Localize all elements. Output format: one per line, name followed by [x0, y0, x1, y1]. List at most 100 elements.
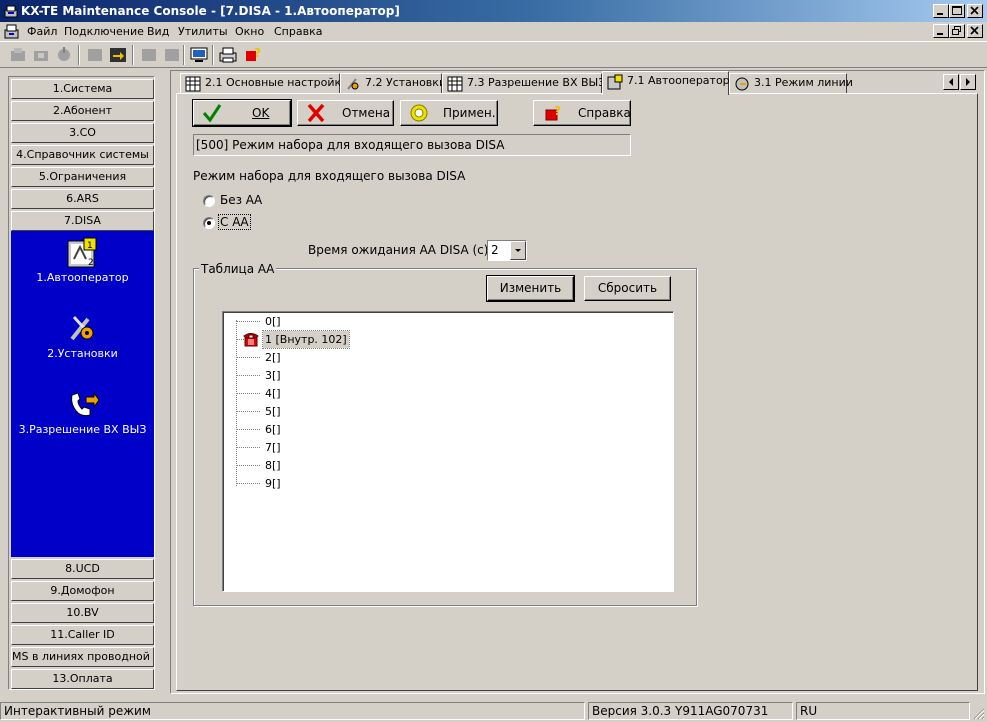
connect-icon[interactable]	[8, 45, 28, 65]
panel-item-label: 1.Автооператор	[36, 271, 129, 284]
nav-item-bv[interactable]: 10.BV	[11, 603, 154, 623]
tree-connector	[236, 375, 260, 376]
tab-scroll-right-button[interactable]	[960, 74, 976, 90]
wait-time-value: 2	[491, 243, 499, 257]
cancel-button[interactable]: Отмена	[297, 100, 394, 126]
aa-tree-row[interactable]: 1 [Внутр. 102]	[262, 330, 350, 349]
auto-attendant-icon	[607, 74, 623, 90]
aa-tree-row[interactable]: 8[]	[263, 457, 283, 474]
panel-item-settings[interactable]: 2.Установки	[11, 311, 154, 360]
resize-grip-icon[interactable]	[971, 706, 985, 720]
nav-item-disa[interactable]: 7.DISA	[11, 211, 154, 231]
reset-button[interactable]: Сбросить	[584, 276, 671, 301]
tree-connector	[236, 357, 260, 358]
wait-time-select[interactable]: 2	[487, 240, 527, 261]
tree-connector	[236, 393, 260, 394]
disconnect-icon[interactable]	[31, 45, 51, 65]
minimize-button[interactable]	[933, 4, 949, 18]
window-title: KX-TE Maintenance Console - [7.DISA - 1.…	[21, 4, 400, 18]
menu-window[interactable]: Окно	[235, 25, 264, 38]
nav-item-ucd[interactable]: 8.UCD	[11, 559, 154, 579]
tools-icon[interactable]	[54, 45, 74, 65]
radio-with-aa-label[interactable]: С АА	[218, 214, 251, 230]
settings-tools-icon	[347, 78, 359, 90]
panel-item-incoming-permission[interactable]: 3.Разрешение ВХ ВЫЗ	[11, 387, 154, 436]
cancel-x-icon	[307, 103, 325, 123]
aa-tree-row[interactable]: 4[]	[263, 385, 283, 402]
close-icon	[970, 6, 979, 15]
tab-settings[interactable]: 7.2 Установки	[340, 73, 446, 94]
wait-time-label: Время ожидания АА DISA (с) :	[308, 243, 497, 257]
nav-item-sms[interactable]: MS в линиях проводной с	[11, 647, 154, 667]
menu-view[interactable]: Вид	[147, 25, 169, 38]
apply-button[interactable]: Примен.	[400, 100, 498, 126]
aa-tree-row[interactable]: 6[]	[263, 421, 283, 438]
tab-line-mode[interactable]: 3.1 Режим линии	[729, 73, 853, 94]
aa-tree-row[interactable]: 9[]	[263, 475, 283, 492]
tree-connector	[236, 465, 260, 466]
minimize-icon	[937, 33, 943, 35]
radio-with-aa[interactable]	[203, 217, 215, 229]
nav-item-billing[interactable]: 13.Оплата	[11, 669, 154, 689]
child-close-button[interactable]	[967, 24, 983, 38]
arrow-right-icon	[966, 78, 970, 86]
nav-item-restrictions[interactable]: 5.Ограничения	[11, 167, 154, 187]
tab-scroll-left-button[interactable]	[943, 74, 959, 90]
radio-without-aa-label[interactable]: Без АА	[220, 193, 262, 207]
aa-tree[interactable]: 0[] 1 [Внутр. 102] 2[] 3[] 4[] 5[] 6[] 7[] 8[] 9[…	[222, 311, 674, 592]
status-version: Версия 3.0.3 Y911AG070731	[588, 702, 793, 720]
svg-text:?: ?	[254, 46, 261, 60]
status-language: RU	[796, 702, 970, 720]
print-icon[interactable]	[162, 45, 182, 65]
checkmark-icon	[202, 104, 222, 123]
svg-text:?: ?	[554, 104, 561, 118]
transfer-icon[interactable]	[108, 45, 128, 65]
close-button[interactable]	[967, 4, 983, 18]
disa-subpanel: 1 2 1.Автооператор 2.Установки 3.Разреше…	[11, 231, 154, 557]
nav-item-ars[interactable]: 6.ARS	[11, 189, 154, 209]
help-icon[interactable]: ?	[243, 45, 263, 65]
radio-without-aa[interactable]	[203, 195, 215, 207]
toolbar-separator	[132, 45, 134, 65]
aa-tree-row[interactable]: 0[]	[263, 313, 283, 330]
tree-connector	[236, 411, 260, 412]
tab-auto-attendant[interactable]: 7.1 Автооператор	[602, 71, 730, 95]
svg-text:2: 2	[88, 258, 94, 268]
printer-icon[interactable]	[218, 45, 238, 65]
document-window-icon[interactable]	[4, 24, 20, 39]
incoming-call-permission-icon	[70, 391, 100, 417]
tab-basic-settings[interactable]: 2.1 Основные настройки	[180, 73, 348, 94]
nav-item-doorphone[interactable]: 9.Домофон	[11, 581, 154, 601]
toolbar-separator	[183, 45, 185, 65]
child-restore-button[interactable]	[949, 24, 965, 38]
edit-button[interactable]: Изменить	[486, 275, 575, 302]
menu-bar: Файл Подключение Вид Утилиты Окно Справк…	[0, 22, 987, 41]
aa-tree-row[interactable]: 7[]	[263, 439, 283, 456]
radio-selected-dot	[207, 221, 211, 225]
nav-item-directory[interactable]: 4.Справочник системы	[11, 145, 154, 165]
tab-incoming-permission[interactable]: 7.3 Разрешение ВХ ВЫЗ	[442, 73, 605, 94]
aa-tree-row[interactable]: 2[]	[263, 349, 283, 366]
menu-connection[interactable]: Подключение	[64, 25, 144, 38]
panel-item-auto-attendant[interactable]: 1 2 1.Автооператор	[11, 235, 154, 284]
help-button[interactable]: ? Справка	[533, 100, 631, 126]
nav-item-system[interactable]: 1.Система	[11, 79, 154, 99]
nav-item-subscriber[interactable]: 2.Абонент	[11, 101, 154, 121]
dropdown-button[interactable]	[510, 241, 526, 260]
monitor-icon[interactable]	[189, 45, 209, 65]
upload-icon[interactable]	[85, 45, 105, 65]
settings-tools-icon	[69, 315, 93, 341]
child-minimize-button[interactable]	[933, 24, 949, 38]
nav-item-caller-id[interactable]: 11.Caller ID	[11, 625, 154, 645]
aa-tree-row[interactable]: 3[]	[263, 367, 283, 384]
menu-help[interactable]: Справка	[274, 25, 322, 38]
aa-tree-row[interactable]: 5[]	[263, 403, 283, 420]
save-icon[interactable]	[139, 45, 159, 65]
app-icon	[4, 5, 18, 18]
apply-ring-icon	[410, 104, 428, 122]
ok-button[interactable]: OK	[192, 99, 292, 127]
menu-file[interactable]: Файл	[27, 25, 57, 38]
menu-utilities[interactable]: Утилиты	[178, 25, 228, 38]
nav-item-co[interactable]: 3.CO	[11, 123, 154, 143]
maximize-button[interactable]	[949, 4, 965, 18]
